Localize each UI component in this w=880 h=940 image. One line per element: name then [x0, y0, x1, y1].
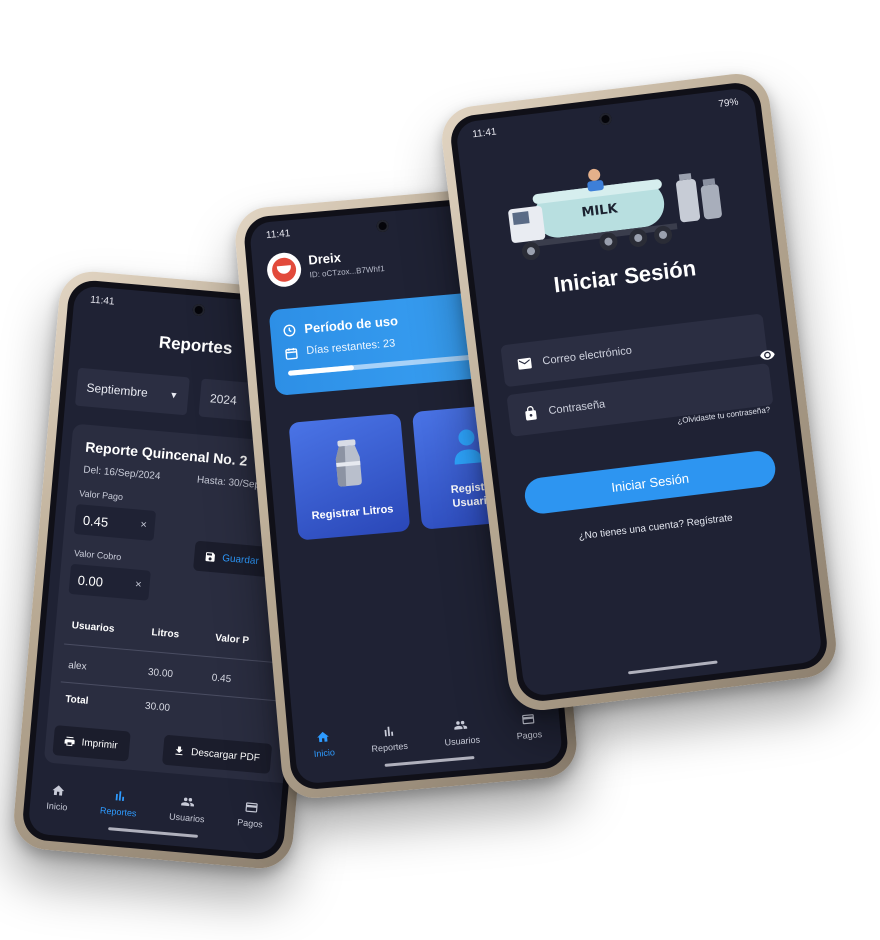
- month-select[interactable]: Septiembre ▼: [74, 367, 190, 416]
- nav-item-usuarios[interactable]: Usuarios: [169, 793, 207, 824]
- status-time: 11:41: [265, 228, 291, 242]
- credit-card-icon: [245, 802, 258, 813]
- save-icon: [205, 552, 215, 562]
- screen-login: 11:41 79% MILK Iniciar Sesión Correo ele…: [454, 86, 824, 698]
- dias-restantes: Días restantes: 23: [305, 337, 396, 358]
- print-icon: [64, 736, 75, 747]
- login-button[interactable]: Iniciar Sesión: [522, 449, 778, 516]
- bezel: 11:41 79% MILK Iniciar Sesión Correo ele…: [448, 80, 830, 704]
- user-name: Dreix: [307, 249, 342, 268]
- table-divider: [64, 643, 304, 666]
- nav-item-inicio[interactable]: Inicio: [312, 729, 335, 759]
- calendar-icon: [285, 347, 298, 360]
- table-cell-valor: 0.45: [211, 672, 232, 686]
- status-time: 11:41: [471, 126, 498, 141]
- registrar-litros-tile[interactable]: Registrar Litros: [288, 413, 411, 541]
- valor-cobro-label: Valor Cobro: [73, 548, 122, 563]
- nav-label: Pagos: [516, 729, 543, 742]
- nav-item-inicio[interactable]: Inicio: [45, 783, 69, 813]
- clear-icon[interactable]: ×: [140, 519, 147, 532]
- table-divider: [60, 681, 300, 704]
- total-label: Total: [64, 693, 89, 707]
- bar-chart-icon: [115, 791, 124, 801]
- credit-card-icon: [521, 714, 535, 725]
- email-placeholder: Correo electrónico: [541, 344, 633, 368]
- eye-icon[interactable]: [759, 346, 777, 364]
- report-from-date: Del: 16/Sep/2024: [82, 464, 161, 483]
- report-title: Reporte Quincenal No. 2: [84, 438, 249, 469]
- nav-label: Reportes: [371, 740, 409, 754]
- imprimir-button[interactable]: Imprimir: [52, 725, 131, 762]
- year-value: 2024: [209, 391, 238, 408]
- tile-label: Registrar Litros: [311, 503, 394, 523]
- nav-label: Reportes: [99, 805, 137, 819]
- milk-truck-illustration: MILK: [508, 168, 722, 261]
- clear-icon[interactable]: ×: [135, 579, 142, 592]
- nav-item-reportes[interactable]: Reportes: [100, 787, 139, 818]
- status-battery: 79%: [717, 96, 740, 111]
- table-cell-user: alex: [67, 659, 88, 673]
- gesture-bar: [384, 756, 475, 767]
- bottom-nav: Inicio Reportes Usuarios Pagos: [294, 710, 561, 761]
- home-icon: [317, 731, 329, 743]
- nav-item-pagos[interactable]: Pagos: [236, 799, 265, 830]
- password-placeholder: Contraseña: [547, 398, 606, 418]
- table-cell-litros: 30.00: [147, 666, 174, 681]
- nav-item-usuarios[interactable]: Usuarios: [443, 717, 481, 748]
- nav-item-reportes[interactable]: Reportes: [369, 723, 408, 754]
- bottom-nav: Inicio Reportes Usuarios Pagos: [30, 781, 281, 831]
- descargar-label: Descargar PDF: [190, 746, 261, 764]
- nav-label: Usuarios: [168, 811, 205, 825]
- avatar[interactable]: [265, 251, 303, 289]
- mail-icon: [517, 357, 532, 370]
- logo-icon: [271, 256, 298, 283]
- table-header-valor: Valor P: [214, 632, 250, 647]
- status-time: 11:41: [89, 294, 115, 308]
- users-icon: [181, 797, 195, 807]
- valor-pago-label: Valor Pago: [78, 488, 124, 503]
- table-header-usuarios: Usuarios: [71, 620, 115, 635]
- gesture-bar: [108, 827, 198, 838]
- report-to-date: Hasta: 30/Sep/: [196, 474, 264, 492]
- total-litros: 30.00: [144, 700, 171, 714]
- nav-item-pagos[interactable]: Pagos: [515, 711, 543, 741]
- table-header-litros: Litros: [150, 627, 180, 641]
- front-camera: [598, 112, 613, 126]
- nav-label: Inicio: [313, 747, 336, 760]
- users-icon: [454, 720, 468, 730]
- home-icon: [52, 785, 65, 796]
- guardar-label: Guardar: [221, 552, 260, 567]
- descargar-pdf-button[interactable]: Descargar PDF: [161, 734, 273, 774]
- valor-cobro-field[interactable]: 0.00 ×: [68, 563, 151, 601]
- clock-icon: [283, 324, 296, 337]
- milk-can-icon: [335, 439, 362, 487]
- valor-cobro-value: 0.00: [77, 572, 104, 590]
- month-value: Septiembre: [85, 380, 149, 400]
- nav-label: Usuarios: [444, 734, 481, 748]
- dropdown-arrow-icon: ▼: [168, 389, 179, 401]
- valor-pago-value: 0.45: [82, 512, 109, 530]
- lock-icon: [525, 406, 537, 421]
- bar-chart-icon: [384, 726, 393, 737]
- download-icon: [175, 746, 183, 756]
- gesture-bar: [627, 660, 718, 675]
- imprimir-label: Imprimir: [81, 736, 119, 752]
- nav-label: Inicio: [45, 800, 68, 813]
- usage-progress-fill: [287, 365, 355, 376]
- periodo-title: Período de uso: [303, 313, 399, 337]
- valor-pago-field[interactable]: 0.45 ×: [73, 504, 157, 541]
- nav-label: Pagos: [236, 817, 264, 830]
